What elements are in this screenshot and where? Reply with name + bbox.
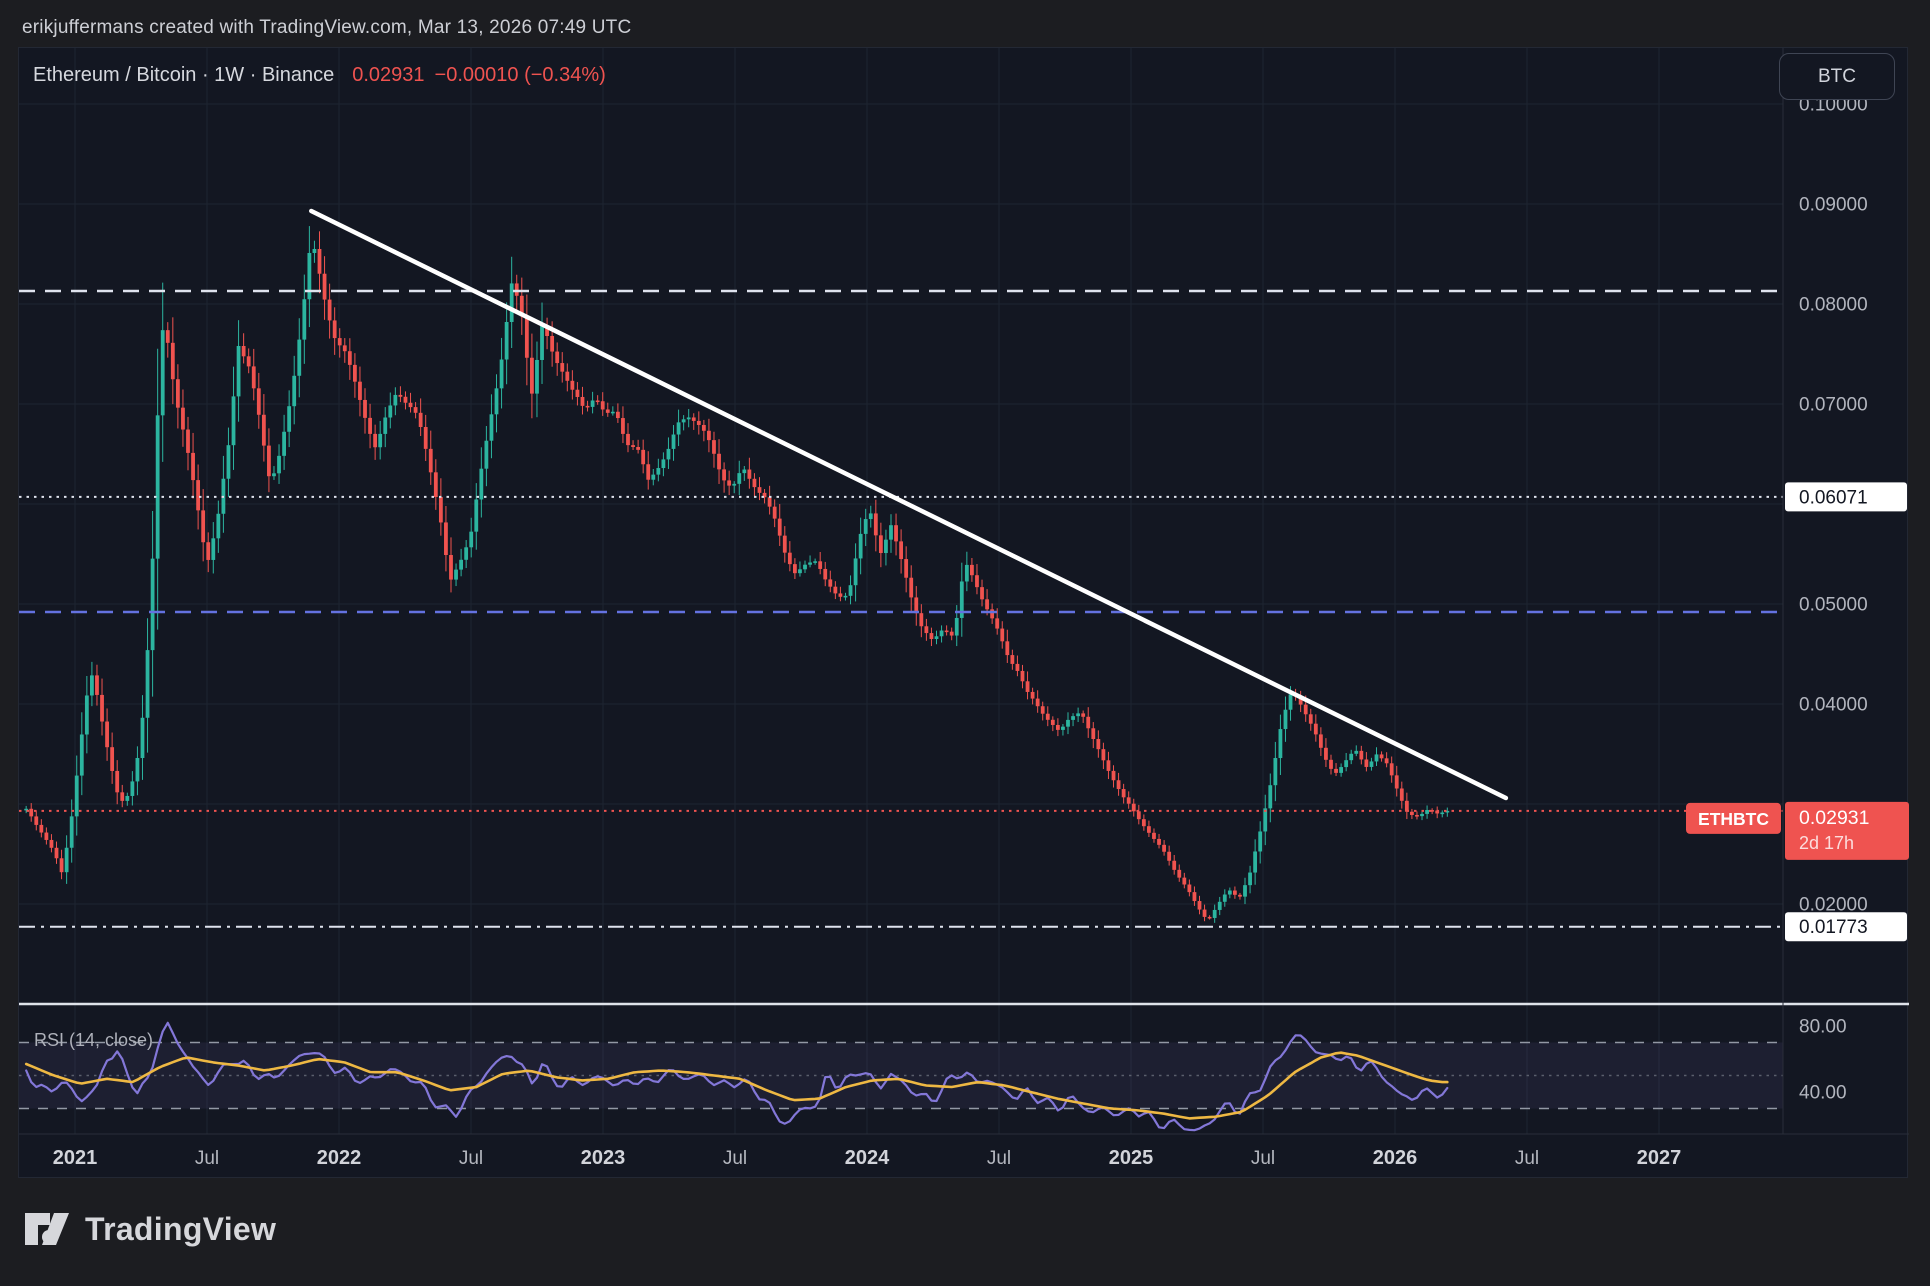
horizontal-level-lines: [19, 291, 1783, 927]
attribution-text: erikjuffermans created with TradingView.…: [22, 17, 631, 39]
rsi-indicator-label-text: RSI (14, close): [34, 1030, 153, 1050]
time-axis[interactable]: [19, 1132, 1909, 1177]
symbol-price-tag: ETHBTC: [1686, 803, 1781, 834]
price-chart-canvas[interactable]: 0.100000.090000.080000.070000.050000.040…: [19, 48, 1909, 1179]
rsi-indicator-label[interactable]: RSI (14, close): [34, 1030, 153, 1051]
tradingview-logo-text: TradingView: [85, 1211, 276, 1248]
candles: [24, 226, 1449, 923]
grid-lines: [19, 48, 1783, 1134]
last-quote: 0.02931 −0.00010 (−0.34%): [352, 64, 606, 86]
chart-legend: Ethereum / Bitcoin · 1W · Binance 0.02931…: [33, 64, 606, 87]
screenshot-root: erikjuffermans created with TradingView.…: [0, 0, 1930, 1286]
price-axis[interactable]: [1781, 48, 1907, 1134]
svg-text:ETHBTC: ETHBTC: [1698, 809, 1769, 829]
symbol-title[interactable]: Ethereum / Bitcoin · 1W · Binance: [33, 64, 334, 86]
tradingview-logo[interactable]: TradingView: [24, 1208, 276, 1250]
rsi-pane: [19, 1023, 1783, 1130]
chart-widget: 0.100000.090000.080000.070000.050000.040…: [18, 47, 1908, 1178]
tradingview-logo-icon: [24, 1208, 70, 1250]
quote-change: −0.00010 (−0.34%): [435, 64, 606, 86]
currency-unit-button[interactable]: BTC: [1779, 53, 1895, 100]
quote-price: 0.02931: [352, 64, 424, 86]
